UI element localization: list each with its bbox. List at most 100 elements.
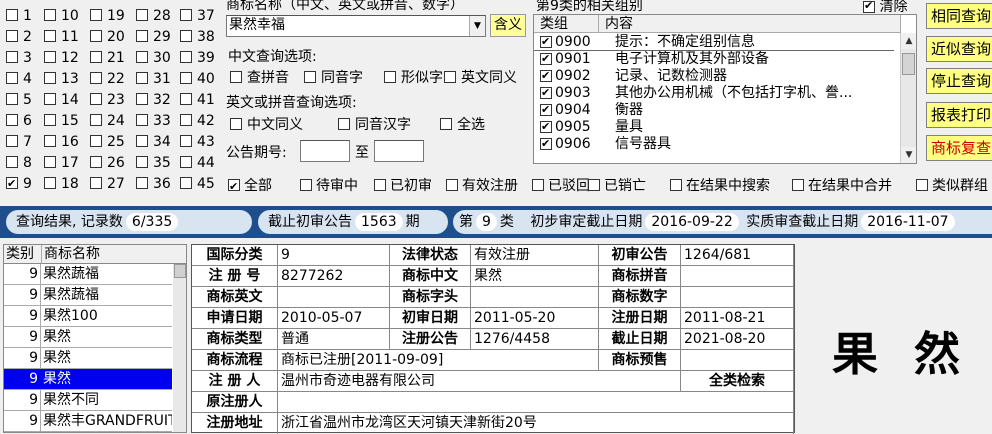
result-row[interactable]: 9 果然不同 bbox=[4, 390, 172, 411]
result-row[interactable]: 9 果然 bbox=[4, 348, 172, 369]
results-col-class[interactable]: 类别 bbox=[4, 245, 42, 264]
class-checkbox[interactable]: 26 bbox=[90, 154, 125, 172]
class-checkbox[interactable]: 25 bbox=[90, 133, 125, 151]
class-checkbox[interactable]: 27 bbox=[90, 175, 125, 193]
result-row[interactable]: 9 果然丰GRANDFRUIT bbox=[4, 411, 172, 432]
result-row[interactable]: 9 果然 bbox=[4, 327, 172, 348]
checkbox-icon[interactable] bbox=[540, 34, 552, 50]
class-checkbox[interactable]: 24 bbox=[90, 112, 125, 130]
class-checkbox[interactable]: 35 bbox=[136, 154, 171, 172]
filter-checkbox[interactable]: 全部 bbox=[228, 176, 272, 197]
issue-to-input[interactable] bbox=[374, 140, 424, 162]
group-row[interactable]: 0902 记录、记数检测器 bbox=[534, 68, 894, 85]
class-checkbox[interactable]: 31 bbox=[136, 70, 171, 88]
results-scroll-thumb[interactable] bbox=[174, 264, 186, 278]
class-checkbox[interactable]: 42 bbox=[180, 112, 215, 130]
dropdown-arrow-icon[interactable]: ▼ bbox=[469, 16, 485, 36]
filter-checkbox[interactable]: 已初审 bbox=[374, 176, 432, 196]
class-checkbox[interactable]: 32 bbox=[136, 91, 171, 109]
class-checkbox[interactable]: 3 bbox=[6, 49, 32, 67]
class-checkbox[interactable]: 5 bbox=[6, 91, 32, 109]
result-row[interactable]: 9 果然 bbox=[4, 369, 172, 390]
groups-list[interactable]: 类组 内容 0900 提示：不确定组别信息 0901 电子计算机及其外部设备 0902 记… bbox=[533, 14, 917, 164]
group-row[interactable]: 0906 信号器具 bbox=[534, 136, 894, 153]
results-list[interactable]: 类别 商标名称 9 果然蔬福 9 果然蔬福 9 果然100 9 果然 9 果然 9 果然 9 果然不同 9 果… bbox=[3, 244, 187, 433]
checkbox-icon[interactable] bbox=[540, 68, 552, 84]
checkbox-icon[interactable] bbox=[540, 85, 552, 101]
class-checkbox[interactable]: 34 bbox=[136, 133, 171, 151]
class-checkbox[interactable]: 23 bbox=[90, 91, 125, 109]
checkbox-icon[interactable] bbox=[540, 136, 552, 152]
scroll-up-icon[interactable]: ▲ bbox=[901, 33, 916, 49]
trademark-name-input[interactable]: 果然幸福 ▼ bbox=[226, 15, 486, 37]
class-checkbox[interactable]: 9 bbox=[6, 175, 32, 193]
option-checkbox[interactable]: 同音字 bbox=[304, 67, 363, 87]
result-row[interactable]: 9 果然蔬福 bbox=[4, 285, 172, 306]
groups-col-content[interactable]: 内容 bbox=[599, 15, 901, 33]
side-action-button[interactable]: 报表打印 bbox=[926, 102, 992, 128]
checkbox-icon[interactable] bbox=[540, 119, 552, 135]
result-row[interactable]: 9 果然蔬福 bbox=[4, 264, 172, 285]
class-checkbox[interactable]: 40 bbox=[180, 70, 215, 88]
checkbox-icon[interactable] bbox=[540, 102, 552, 118]
filter-checkbox[interactable]: 有效注册 bbox=[446, 176, 518, 196]
scroll-down-icon[interactable]: ▼ bbox=[901, 147, 916, 163]
class-checkbox[interactable]: 15 bbox=[44, 112, 79, 130]
class-checkbox[interactable]: 45 bbox=[180, 175, 215, 193]
class-checkbox[interactable]: 6 bbox=[6, 112, 32, 130]
filter-checkbox[interactable]: 待审中 bbox=[300, 176, 358, 196]
groups-col-group[interactable]: 类组 bbox=[534, 15, 599, 33]
class-checkbox[interactable]: 41 bbox=[180, 91, 215, 109]
class-checkbox[interactable]: 11 bbox=[44, 28, 79, 46]
class-checkbox[interactable]: 21 bbox=[90, 49, 125, 67]
results-scrollbar[interactable] bbox=[173, 264, 186, 432]
option-checkbox[interactable]: 查拼音 bbox=[230, 67, 289, 87]
class-checkbox[interactable]: 29 bbox=[136, 28, 171, 46]
groups-scrollbar[interactable]: ▲ ▼ bbox=[900, 33, 916, 163]
class-checkbox[interactable]: 30 bbox=[136, 49, 171, 67]
class-checkbox[interactable]: 43 bbox=[180, 133, 215, 151]
filter-checkbox[interactable]: 在结果中搜索 bbox=[670, 176, 770, 196]
class-checkbox[interactable]: 19 bbox=[90, 7, 125, 25]
option-checkbox[interactable]: 中文同义 bbox=[230, 114, 303, 134]
group-row[interactable]: 0903 其他办公用机械（不包括打字机、誊... bbox=[534, 85, 894, 102]
side-action-button[interactable]: 商标复查 bbox=[926, 135, 992, 161]
filter-checkbox[interactable]: 在结果中合并 bbox=[792, 176, 892, 196]
group-row[interactable]: 0900 提示：不确定组别信息 bbox=[534, 34, 894, 51]
issue-from-input[interactable] bbox=[300, 140, 350, 162]
filter-checkbox[interactable]: 类似群组 bbox=[916, 176, 988, 196]
side-action-button[interactable]: 相同查询 bbox=[926, 3, 992, 29]
class-checkbox[interactable]: 7 bbox=[6, 133, 32, 151]
full-search-button[interactable]: 全类检索 bbox=[681, 371, 794, 392]
filter-checkbox[interactable]: 已销亡 bbox=[588, 176, 646, 196]
group-row[interactable]: 0904 衡器 bbox=[534, 102, 894, 119]
side-action-button[interactable]: 近似查询 bbox=[926, 36, 992, 62]
class-checkbox[interactable]: 10 bbox=[44, 7, 79, 25]
group-row[interactable]: 0905 量具 bbox=[534, 119, 894, 136]
meaning-button[interactable]: 含义 bbox=[490, 14, 526, 37]
class-checkbox[interactable]: 14 bbox=[44, 91, 79, 109]
class-checkbox[interactable]: 38 bbox=[180, 28, 215, 46]
class-checkbox[interactable]: 18 bbox=[44, 175, 79, 193]
class-checkbox[interactable]: 33 bbox=[136, 112, 171, 130]
class-checkbox[interactable]: 4 bbox=[6, 70, 32, 88]
option-checkbox[interactable]: 形似字 bbox=[384, 67, 443, 87]
option-checkbox[interactable]: 英文同义 bbox=[444, 67, 517, 87]
class-checkbox[interactable]: 44 bbox=[180, 154, 215, 172]
class-checkbox[interactable]: 39 bbox=[180, 49, 215, 67]
filter-checkbox[interactable]: 已驳回 bbox=[532, 176, 590, 196]
class-checkbox[interactable]: 13 bbox=[44, 70, 79, 88]
side-action-button[interactable]: 停止查询 bbox=[926, 68, 992, 94]
option-checkbox[interactable]: 全选 bbox=[440, 114, 485, 134]
class-checkbox[interactable]: 1 bbox=[6, 7, 32, 25]
class-checkbox[interactable]: 16 bbox=[44, 133, 79, 151]
class-checkbox[interactable]: 36 bbox=[136, 175, 171, 193]
result-row[interactable]: 9 果然100 bbox=[4, 306, 172, 327]
scroll-thumb[interactable] bbox=[902, 53, 915, 75]
class-checkbox[interactable]: 8 bbox=[6, 154, 32, 172]
class-checkbox[interactable]: 20 bbox=[90, 28, 125, 46]
class-checkbox[interactable]: 22 bbox=[90, 70, 125, 88]
group-row[interactable]: 0901 电子计算机及其外部设备 bbox=[534, 51, 894, 68]
class-checkbox[interactable]: 28 bbox=[136, 7, 171, 25]
class-checkbox[interactable]: 17 bbox=[44, 154, 79, 172]
